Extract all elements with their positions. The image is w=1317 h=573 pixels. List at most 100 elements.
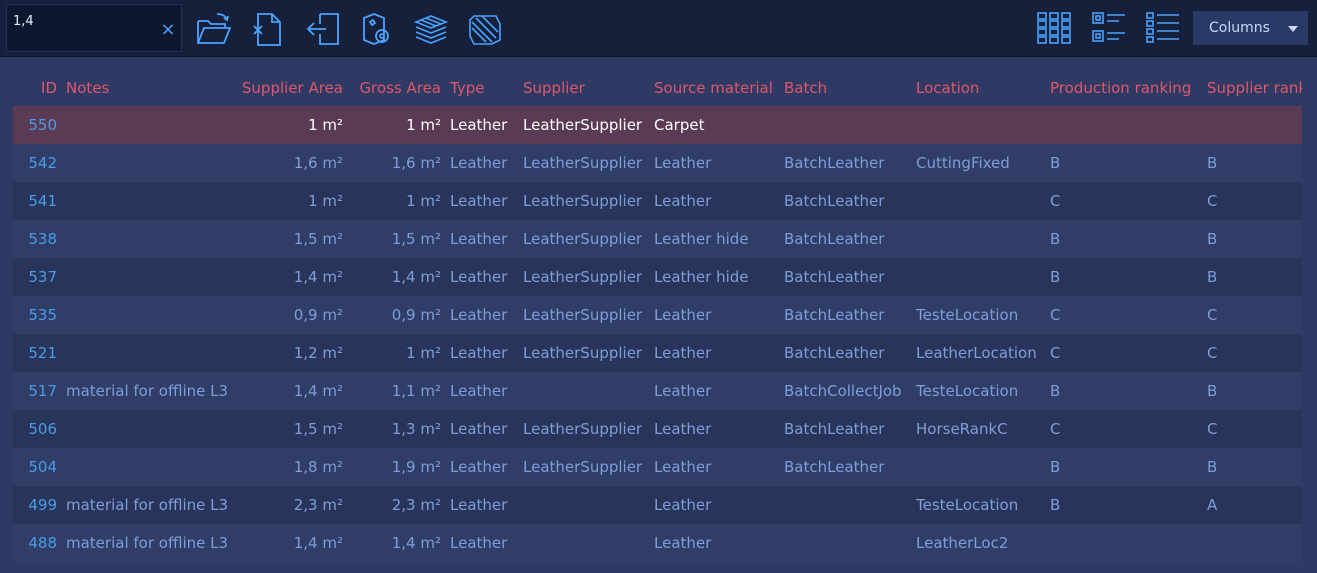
- columns-label: Columns: [1209, 20, 1270, 36]
- cell-source-material: Leather: [654, 192, 712, 210]
- cell-supplier-rank: C: [1207, 192, 1218, 210]
- cell-type: Leather: [450, 192, 508, 210]
- cell-production-ranking: B: [1050, 268, 1061, 286]
- table-row[interactable]: 504 1,8 m² 1,9 m² Leather LeatherSupplier Lea…: [13, 448, 1302, 486]
- header-supplier[interactable]: Supplier: [523, 70, 648, 106]
- hatch-pattern-icon: [469, 15, 501, 45]
- table-row[interactable]: 550 1 m² 1 m² Leather LeatherSupplier Carpet: [13, 106, 1302, 144]
- cell-gross-area: 1,3 m²: [391, 420, 441, 438]
- cell-notes: [66, 410, 246, 448]
- clear-search-button[interactable]: ×: [159, 21, 177, 39]
- detail-list-view-button[interactable]: [1145, 11, 1181, 45]
- cell-supplier-area: 1 m²: [308, 116, 343, 134]
- cell-supplier: [523, 372, 648, 410]
- cell-production-ranking: B: [1050, 154, 1061, 172]
- header-supplier-rank[interactable]: Supplier rank: [1207, 70, 1302, 106]
- cell-notes: [66, 106, 246, 144]
- hatch-pattern-button[interactable]: [466, 10, 504, 48]
- cell-source-material: Leather hide: [654, 230, 749, 248]
- remove-document-icon: [253, 13, 281, 46]
- table-row[interactable]: 542 1,6 m² 1,6 m² Leather LeatherSupplier Lea…: [13, 144, 1302, 182]
- open-folder-icon: [197, 13, 232, 44]
- cell-gross-area: 2,3 m²: [391, 496, 441, 514]
- cell-supplier: LeatherSupplier: [523, 230, 643, 248]
- cell-id: 537: [28, 268, 57, 286]
- import-button[interactable]: [304, 10, 342, 48]
- table-row[interactable]: 521 1,2 m² 1 m² Leather LeatherSupplier Leath…: [13, 334, 1302, 372]
- cell-supplier-rank: C: [1207, 306, 1218, 324]
- search-input[interactable]: [13, 11, 143, 31]
- cell-supplier-rank: [1207, 524, 1302, 562]
- cell-supplier: LeatherSupplier: [523, 154, 643, 172]
- table-row[interactable]: 499 material for offline L3 2,3 m² 2,3 m² Le…: [13, 486, 1302, 524]
- header-notes[interactable]: Notes: [66, 70, 246, 106]
- header-gross-area[interactable]: Gross Area: [353, 70, 441, 106]
- header-production-ranking[interactable]: Production ranking: [1050, 70, 1200, 106]
- cell-supplier-rank: A: [1207, 496, 1218, 514]
- cell-notes: [66, 182, 246, 220]
- cell-location: TesteLocation: [916, 496, 1019, 514]
- table-row[interactable]: 517 material for offline L3 1,4 m² 1,1 m² Le…: [13, 372, 1302, 410]
- cell-id: 541: [28, 192, 57, 210]
- cell-supplier-area: 1,5 m²: [293, 420, 343, 438]
- materials-table: ID Notes Supplier Area Gross Area Type S…: [13, 70, 1302, 562]
- material-stack-button[interactable]: [412, 10, 450, 48]
- cell-gross-area: 1,4 m²: [391, 268, 441, 286]
- cell-location: TesteLocation: [916, 306, 1019, 324]
- cell-supplier-rank: B: [1207, 154, 1218, 172]
- cell-notes: [66, 144, 246, 182]
- cell-batch: BatchLeather: [784, 420, 885, 438]
- cell-source-material: Leather: [654, 344, 712, 362]
- cell-id: 504: [28, 458, 57, 476]
- grid-view-button[interactable]: [1036, 11, 1072, 45]
- remove-document-button[interactable]: [248, 10, 286, 48]
- header-id[interactable]: ID: [13, 70, 57, 106]
- table-row[interactable]: 535 0,9 m² 0,9 m² Leather LeatherSupplier Lea…: [13, 296, 1302, 334]
- cell-production-ranking: B: [1050, 458, 1061, 476]
- cell-source-material: Leather hide: [654, 268, 749, 286]
- cell-location: [916, 448, 1046, 486]
- cell-type: Leather: [450, 344, 508, 362]
- table-body: 550 1 m² 1 m² Leather LeatherSupplier Carpet 5…: [13, 106, 1302, 562]
- header-batch[interactable]: Batch: [784, 70, 909, 106]
- cell-supplier: LeatherSupplier: [523, 192, 643, 210]
- header-type[interactable]: Type: [450, 70, 520, 106]
- cell-gross-area: 1,9 m²: [391, 458, 441, 476]
- cell-location: [916, 106, 1046, 144]
- header-supplier-area[interactable]: Supplier Area: [238, 70, 343, 106]
- cell-production-ranking: C: [1050, 306, 1061, 324]
- cell-gross-area: 1,6 m²: [391, 154, 441, 172]
- cell-type: Leather: [450, 154, 508, 172]
- cell-supplier-area: 1,8 m²: [293, 458, 343, 476]
- cell-supplier-area: 1,2 m²: [293, 344, 343, 362]
- import-icon: [306, 13, 339, 45]
- cell-source-material: Leather: [654, 154, 712, 172]
- cell-production-ranking: C: [1050, 344, 1061, 362]
- table-row[interactable]: 506 1,5 m² 1,3 m² Leather LeatherSupplier Lea…: [13, 410, 1302, 448]
- cell-supplier-rank: B: [1207, 458, 1218, 476]
- tag-roll-button[interactable]: [358, 10, 396, 48]
- cell-production-ranking: B: [1050, 382, 1061, 400]
- cell-location: CuttingFixed: [916, 154, 1010, 172]
- table-row[interactable]: 538 1,5 m² 1,5 m² Leather LeatherSupplier Lea…: [13, 220, 1302, 258]
- cell-location: LeatherLoc2: [916, 534, 1009, 552]
- cell-notes: material for offline L3: [66, 496, 229, 514]
- table-row[interactable]: 537 1,4 m² 1,4 m² Leather LeatherSupplier Lea…: [13, 258, 1302, 296]
- material-stack-icon: [413, 15, 449, 44]
- header-source-material[interactable]: Source material: [654, 70, 779, 106]
- cell-supplier: LeatherSupplier: [523, 420, 643, 438]
- table-row[interactable]: 488 material for offline L3 1,4 m² 1,4 m² Le…: [13, 524, 1302, 562]
- cell-supplier-area: 2,3 m²: [293, 496, 343, 514]
- header-location[interactable]: Location: [916, 70, 1046, 106]
- chevron-down-icon: [1288, 26, 1298, 32]
- tile-list-view-button[interactable]: [1091, 11, 1127, 45]
- table-row[interactable]: 541 1 m² 1 m² Leather LeatherSupplier Leather…: [13, 182, 1302, 220]
- cell-supplier-rank: B: [1207, 268, 1218, 286]
- table-header: ID Notes Supplier Area Gross Area Type S…: [13, 70, 1302, 106]
- cell-production-ranking: [1050, 524, 1200, 562]
- cell-source-material: Leather: [654, 382, 712, 400]
- cell-supplier: LeatherSupplier: [523, 306, 643, 324]
- columns-dropdown[interactable]: Columns: [1193, 11, 1308, 45]
- cell-batch: [784, 106, 909, 144]
- open-folder-button[interactable]: [195, 10, 233, 48]
